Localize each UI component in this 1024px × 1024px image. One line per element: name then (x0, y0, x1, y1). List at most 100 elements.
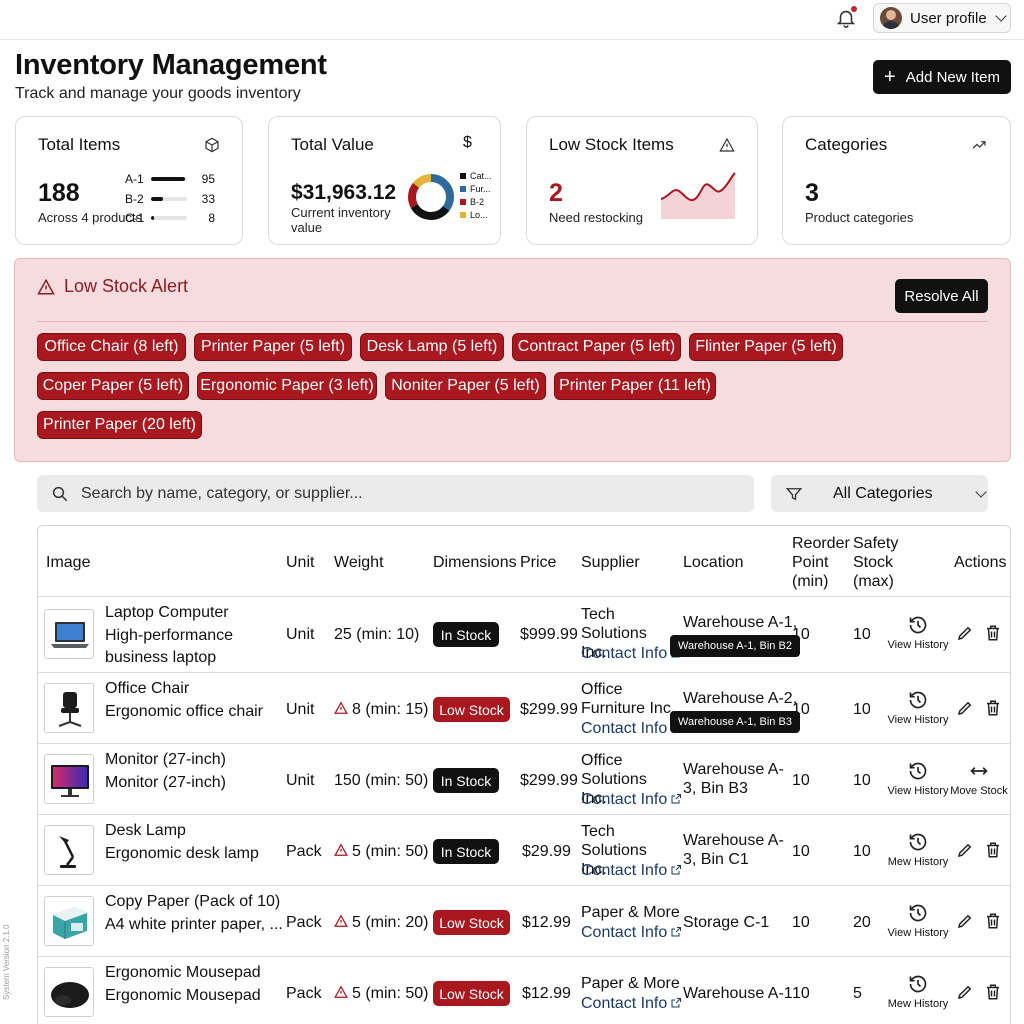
view-history-button[interactable]: View History (884, 903, 952, 939)
chevron-down-icon (995, 10, 1007, 22)
edit-icon[interactable] (956, 624, 974, 642)
low-stock-chip[interactable]: Noniter Paper (5 left) (385, 372, 546, 400)
column-header-dimensions[interactable]: Dimensions (433, 553, 517, 572)
column-header-unit[interactable]: Unit (286, 553, 314, 572)
supplier-cell: Office Furniture Inc. (581, 681, 676, 717)
version-label: System Version 2.1.0 (2, 924, 11, 1000)
low-stock-chip[interactable]: Desk Lamp (5 left) (360, 333, 504, 361)
page-title: Inventory Management (15, 49, 327, 81)
contact-info-link[interactable]: Contact Info (581, 719, 682, 738)
column-header-price[interactable]: Price (520, 553, 556, 572)
breakdown-value: 95 (201, 172, 215, 186)
view-history-button[interactable]: Mew History (884, 832, 952, 868)
search-input[interactable] (81, 484, 721, 503)
column-header-image[interactable]: Image (46, 553, 90, 572)
legend-swatch (460, 212, 466, 218)
delete-icon[interactable] (984, 912, 1002, 930)
breakdown-row: C-1 8 (125, 211, 215, 225)
low-stock-chip[interactable]: Printer Paper (5 left) (194, 333, 352, 361)
history-icon (909, 762, 927, 780)
low-stock-chip[interactable]: Contract Paper (5 left) (512, 333, 681, 361)
safety-stock-cell: 10 (853, 626, 871, 643)
view-history-button[interactable]: Mew History (884, 974, 952, 1010)
view-history-button[interactable]: View History (884, 615, 952, 651)
table-row[interactable]: Copy Paper (Pack of 10) A4 white printer… (38, 885, 1010, 956)
table-row[interactable]: Monitor (27-inch) Monitor (27-inch) Unit… (38, 743, 1010, 814)
user-profile-button[interactable]: User profile (873, 3, 1011, 33)
safety-stock-cell: 10 (853, 701, 871, 718)
location-cell: Warehouse A-2, (683, 690, 798, 707)
weight-cell: 150 (min: 50) (334, 771, 428, 790)
status-badge: Low Stock (433, 981, 510, 1006)
location-cell: Warehouse A-1, (683, 614, 798, 631)
history-icon (909, 833, 927, 851)
external-link-icon (671, 794, 682, 804)
column-header-location[interactable]: Location (683, 553, 744, 572)
edit-icon[interactable] (956, 841, 974, 859)
low-stock-card: Low Stock Items 2 Need restocking (526, 116, 758, 245)
low-stock-chip[interactable]: Printer Paper (20 left) (37, 411, 202, 439)
safety-stock-cell: 5 (853, 985, 862, 1002)
product-thumbnail (44, 825, 94, 875)
low-stock-chip[interactable]: Coper Paper (5 left) (37, 372, 189, 400)
column-header-safety-stock[interactable]: Safety Stock (max) (853, 534, 901, 591)
unit-cell: Unit (286, 701, 315, 718)
view-history-button[interactable]: View History (884, 761, 952, 797)
location-tooltip: Warehouse A-1, Bin B2 (670, 635, 800, 657)
table-row[interactable]: Ergonomic Mousepad Ergonomic Mousepad Pa… (38, 956, 1010, 1024)
edit-icon[interactable] (956, 983, 974, 1001)
contact-info-link[interactable]: Contact Info (581, 644, 682, 663)
weight-cell: 5 (min: 20) (334, 913, 428, 932)
product-description: Ergonomic desk lamp (105, 845, 259, 862)
low-stock-chip[interactable]: Printer Paper (11 left) (554, 372, 716, 400)
supplier-cell: Paper & More (581, 975, 680, 992)
delete-icon[interactable] (984, 624, 1002, 642)
delete-icon[interactable] (984, 983, 1002, 1001)
total-items-value: 188 (38, 179, 80, 207)
top-bar: User profile (0, 0, 1024, 40)
categories-card: Categories 3 Product categories (782, 116, 1011, 245)
chevron-down-icon (974, 485, 987, 498)
value-donut-chart (408, 174, 454, 220)
weight-value: 5 (min: 50) (352, 985, 429, 1002)
contact-info-link[interactable]: Contact Info (581, 861, 682, 880)
card-title: Categories (805, 135, 888, 154)
avatar (880, 7, 902, 29)
price-cell: $299.99 (520, 772, 578, 789)
move-stock-button[interactable]: Move Stock (950, 761, 1008, 797)
product-name: Copy Paper (Pack of 10) (105, 893, 281, 910)
column-header-reorder-point[interactable]: Reorder Point (min) (792, 534, 850, 591)
breakdown-label: A-1 (125, 172, 144, 186)
table-row[interactable]: Office Chair Ergonomic office chair Unit… (38, 672, 1010, 743)
column-header-supplier[interactable]: Supplier (581, 553, 640, 572)
table-row[interactable]: Laptop Computer High-performance busines… (38, 596, 1010, 667)
price-cell: $299.99 (520, 701, 578, 718)
add-new-item-button[interactable]: + Add New Item (873, 60, 1011, 94)
column-header-weight[interactable]: Weight (334, 553, 384, 572)
delete-icon[interactable] (984, 841, 1002, 859)
table-row[interactable]: Desk Lamp Ergonomic desk lamp Pack 5 (mi… (38, 814, 1010, 885)
legend-item: Fur... (460, 184, 491, 194)
edit-icon[interactable] (956, 699, 974, 717)
contact-info-link[interactable]: Contact Info (581, 994, 682, 1013)
reorder-point-cell: 10 (792, 772, 810, 789)
edit-icon[interactable] (956, 912, 974, 930)
legend-item: B-2 (460, 197, 484, 207)
contact-info-link[interactable]: Contact Info (581, 790, 682, 809)
product-name: Desk Lamp (105, 822, 186, 839)
reorder-point-cell: 10 (792, 843, 810, 860)
view-history-button[interactable]: View History (884, 690, 952, 726)
contact-info-link[interactable]: Contact Info (581, 923, 682, 942)
low-stock-sub: Need restocking (549, 210, 643, 225)
legend-item: Cat... (460, 171, 492, 181)
price-cell: $29.99 (522, 843, 571, 860)
trend-up-icon (972, 141, 986, 149)
category-filter-select[interactable]: All Categories (771, 475, 988, 512)
location-cell: Warehouse A-3, Bin B3 (683, 761, 784, 797)
low-stock-chip[interactable]: Ergonomic Paper (3 left) (197, 372, 377, 400)
delete-icon[interactable] (984, 699, 1002, 717)
resolve-all-button[interactable]: Resolve All (895, 279, 988, 313)
card-title: Total Items (38, 135, 121, 154)
low-stock-chip[interactable]: Flinter Paper (5 left) (689, 333, 843, 361)
low-stock-chip[interactable]: Office Chair (8 left) (37, 333, 186, 361)
